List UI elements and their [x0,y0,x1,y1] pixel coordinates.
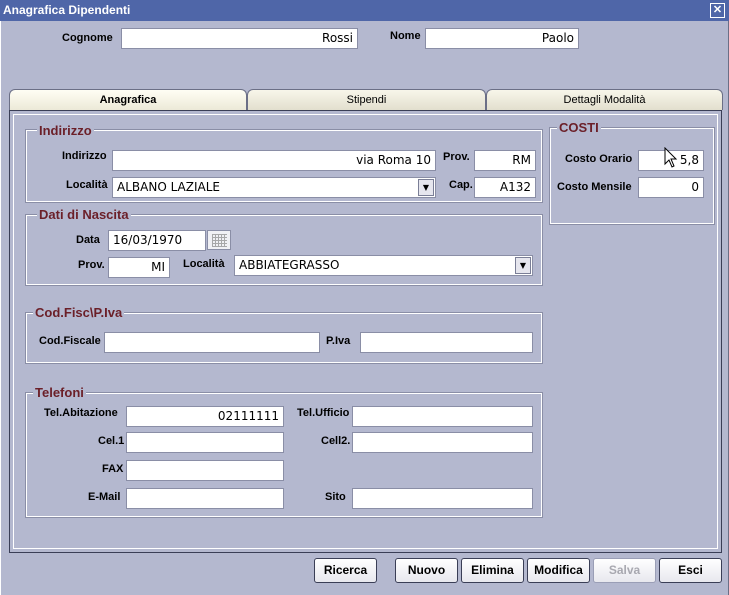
nascita-prov-input[interactable]: MI [108,257,170,278]
indirizzo-prov-label: Prov. [443,151,470,163]
tab-anagrafica[interactable]: Anagrafica [9,89,247,111]
costi-group [549,127,715,225]
tel-ufficio-label: Tel.Ufficio [297,407,350,419]
cod-fiscale-label: Cod.Fiscale [39,335,101,347]
nascita-prov-label: Prov. [78,259,105,271]
chevron-down-icon[interactable]: ▼ [418,179,434,196]
piva-input[interactable] [360,332,533,353]
nascita-localita-value: ABBIATEGRASSO [239,258,340,272]
tab-stipendi[interactable]: Stipendi [247,89,486,110]
nome-label: Nome [390,30,421,42]
nuovo-button[interactable]: Nuovo [395,558,458,583]
modifica-button[interactable]: Modifica [527,558,590,583]
window-titlebar: Anagrafica Dipendenti ✕ [0,0,729,21]
mouse-cursor-icon [664,147,678,168]
email-input[interactable] [126,488,284,509]
salva-button[interactable]: Salva [593,558,656,583]
nascita-localita-select[interactable]: ABBIATEGRASSO ▼ [234,255,533,276]
nascita-localita-label: Località [183,258,225,270]
cod-fiscale-input[interactable] [104,332,320,353]
cap-label: Cap. [449,179,473,191]
tel-abitazione-input[interactable]: 02111111 [126,406,284,427]
piva-label: P.Iva [326,335,351,347]
indirizzo-input[interactable]: via Roma 10 [112,150,436,171]
indirizzo-title: Indirizzo [37,123,94,138]
window-title: Anagrafica Dipendenti [3,3,131,17]
tel-ufficio-input[interactable] [352,406,533,427]
indirizzo-label: Indirizzo [62,150,107,162]
costi-title: COSTI [557,120,601,135]
cognome-label: Cognome [62,32,113,44]
email-label: E-Mail [88,491,121,503]
nome-input[interactable]: Paolo [425,28,579,49]
tel-abitazione-label: Tel.Abitazione [44,407,118,419]
indirizzo-localita-label: Località [66,179,108,191]
indirizzo-localita-select[interactable]: ALBANO LAZIALE ▼ [112,177,436,198]
cel2-label: Cell2. [321,435,351,447]
sito-input[interactable] [352,488,533,509]
costo-orario-label: Costo Orario [565,153,633,165]
cel2-input[interactable] [352,432,533,453]
fax-label: FAX [102,463,124,475]
close-icon[interactable]: ✕ [710,3,725,18]
telefoni-title: Telefoni [33,385,86,400]
fax-input[interactable] [126,460,284,481]
cel1-input[interactable] [126,432,284,453]
sito-label: Sito [325,491,346,503]
esci-button[interactable]: Esci [659,558,722,583]
ricerca-button[interactable]: Ricerca [314,558,377,583]
data-nascita-label: Data [76,234,100,246]
data-nascita-input[interactable]: 16/03/1970 [108,230,206,251]
chevron-down-icon[interactable]: ▼ [515,257,531,274]
cap-input[interactable]: A132 [474,177,536,198]
indirizzo-localita-value: ALBANO LAZIALE [117,180,220,194]
elimina-button[interactable]: Elimina [461,558,524,583]
cognome-input[interactable]: Rossi [121,28,358,49]
cel1-label: Cel.1 [98,435,125,447]
costo-mensile-input[interactable]: 0 [638,177,704,198]
nascita-title: Dati di Nascita [37,207,131,222]
calendar-icon[interactable] [207,230,231,250]
costo-mensile-label: Costo Mensile [557,181,632,193]
indirizzo-prov-input[interactable]: RM [474,150,536,171]
tab-dettagli-modalita[interactable]: Dettagli Modalità [486,89,723,110]
codfisc-title: Cod.Fisc\P.Iva [33,305,125,320]
